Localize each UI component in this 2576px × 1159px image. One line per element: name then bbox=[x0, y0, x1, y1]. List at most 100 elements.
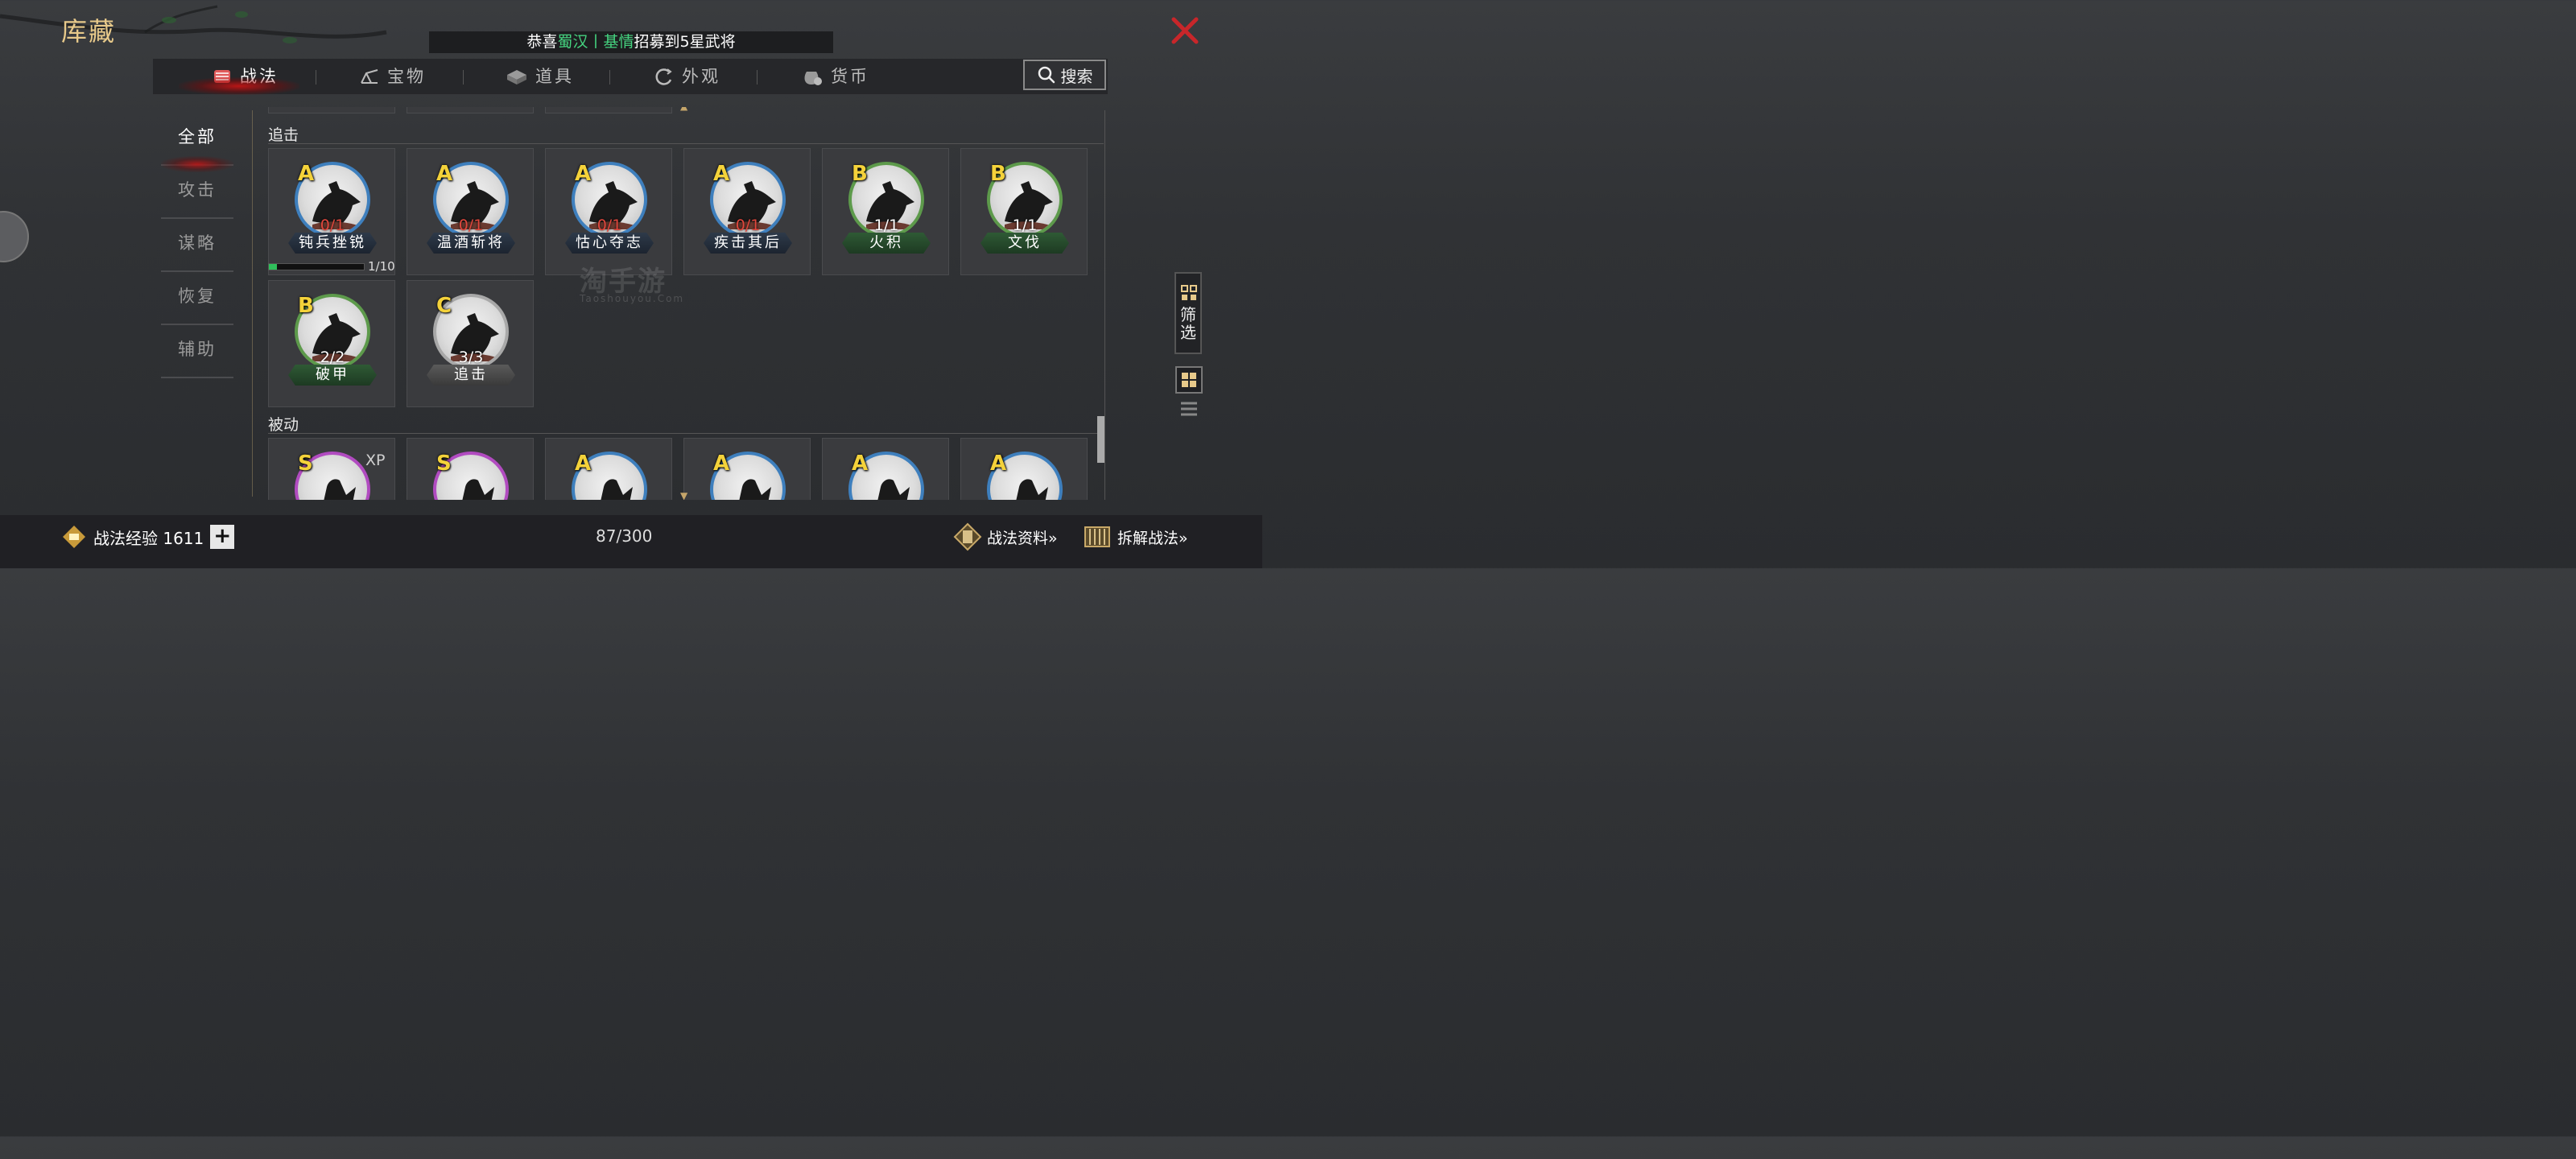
copy-count: 1/1 bbox=[873, 217, 899, 234]
announcement-prefix: 恭喜 bbox=[526, 33, 558, 51]
exp-fist-icon bbox=[63, 526, 85, 548]
announcement-name: 基情 bbox=[603, 33, 634, 51]
search-icon bbox=[1038, 66, 1055, 84]
strategy-card[interactable]: A 0/1 怙心夺志 bbox=[545, 148, 672, 275]
announcement-sep: 丨 bbox=[588, 33, 604, 51]
dismantle-link[interactable]: 拆解战法» bbox=[1082, 523, 1188, 551]
grid-view-button[interactable] bbox=[1175, 366, 1203, 394]
strategy-card[interactable]: B 1/1 火积 bbox=[822, 148, 949, 275]
tab-label: 宝物 bbox=[387, 67, 426, 86]
grade-badge: S bbox=[298, 452, 313, 476]
strategy-card[interactable]: B 1/1 文伐 bbox=[960, 148, 1088, 275]
filter-button[interactable]: 筛选 bbox=[1174, 272, 1202, 354]
strategy-info-link[interactable]: 战法资料» bbox=[953, 522, 1058, 551]
watermark-sub: Taoshouyou.Com bbox=[580, 293, 685, 304]
announcement-suffix: 招募到5星武将 bbox=[634, 33, 736, 51]
grade-badge: S bbox=[436, 452, 452, 476]
menu-divider bbox=[252, 110, 253, 497]
announcement-bar: 恭喜蜀汉丨基情招募到5星武将 bbox=[429, 31, 833, 53]
scrollbar-thumb[interactable] bbox=[1097, 416, 1104, 463]
grade-badge: A bbox=[990, 452, 1007, 476]
list-view-icon[interactable] bbox=[1180, 400, 1198, 418]
tab-items[interactable]: 道具 bbox=[505, 59, 574, 94]
page-title: 库藏 bbox=[61, 16, 117, 47]
partial-card bbox=[407, 107, 534, 113]
grade-badge: A bbox=[575, 452, 592, 476]
treasure-icon bbox=[361, 69, 378, 84]
strategy-card[interactable]: S bbox=[407, 438, 534, 500]
grade-badge: B bbox=[852, 162, 868, 186]
appearance-icon bbox=[655, 68, 672, 85]
xp-label: XP bbox=[365, 452, 386, 469]
strategy-card[interactable]: A 0/1 疾击其后 bbox=[683, 148, 811, 275]
strategy-name: 钝兵挫锐 bbox=[288, 233, 377, 254]
item-box-icon bbox=[507, 70, 526, 85]
menu-item-strategy[interactable]: 谋略 bbox=[161, 219, 233, 272]
menu-item-recovery[interactable]: 恢复 bbox=[161, 272, 233, 325]
strategy-card[interactable]: A 0/1 钝兵挫锐 bbox=[268, 148, 395, 275]
copy-count: 0/1 bbox=[458, 217, 484, 234]
strategy-card[interactable]: A bbox=[960, 438, 1088, 500]
strategy-card[interactable]: A 0/1 温酒斩将 bbox=[407, 148, 534, 275]
strategy-name: 怙心夺志 bbox=[565, 233, 654, 254]
strategy-name: 温酒斩将 bbox=[427, 233, 515, 254]
strategy-name: 追击 bbox=[427, 365, 515, 386]
strategy-name: 破甲 bbox=[288, 365, 377, 386]
copy-count: 0/1 bbox=[320, 217, 345, 234]
strategy-card[interactable]: A bbox=[683, 438, 811, 500]
grade-badge: A bbox=[852, 452, 869, 476]
search-button[interactable]: 搜索 bbox=[1023, 60, 1106, 90]
tab-label: 货币 bbox=[831, 67, 869, 86]
exp-label: 战法经验 1611 bbox=[93, 528, 204, 548]
tab-appearance[interactable]: 外观 bbox=[653, 59, 720, 94]
book-icon bbox=[953, 522, 982, 551]
filter-label: 筛选 bbox=[1180, 305, 1196, 342]
strategy-info-label: 战法资料» bbox=[987, 529, 1058, 547]
menu-item-all[interactable]: 全部 bbox=[161, 113, 233, 172]
menu-item-attack[interactable]: 攻击 bbox=[161, 166, 233, 219]
copy-count: 2/2 bbox=[320, 349, 345, 366]
strategy-xp-text: 1/10 bbox=[368, 259, 395, 274]
warrior-silhouette-icon bbox=[324, 479, 356, 500]
scroll-down-arrow[interactable]: ▼ bbox=[680, 490, 687, 500]
grade-badge: A bbox=[298, 162, 315, 186]
grade-badge: B bbox=[298, 294, 314, 318]
currency-bag-icon bbox=[804, 72, 822, 85]
copy-count: 1/1 bbox=[1012, 217, 1038, 234]
partial-card bbox=[545, 107, 672, 113]
copy-count: 3/3 bbox=[458, 349, 484, 366]
grid-view-icon bbox=[1182, 373, 1196, 387]
add-exp-button[interactable]: + bbox=[210, 525, 235, 549]
strategy-grid: ▲ 追击 A 0/1 钝兵挫锐 1/10 A 0/1 温酒斩将 A 0/1 怙心… bbox=[268, 107, 1105, 500]
copy-count: 0/1 bbox=[735, 217, 761, 234]
section-title: 被动 bbox=[268, 416, 299, 434]
strategy-card[interactable]: A bbox=[545, 438, 672, 500]
inventory-count: 87/300 bbox=[596, 526, 653, 546]
strategy-xp-bar bbox=[268, 263, 365, 270]
active-tab-glow bbox=[179, 77, 299, 95]
scroll-track bbox=[1104, 110, 1105, 500]
dismantle-label: 拆解战法» bbox=[1117, 529, 1188, 547]
strategy-card[interactable]: C 3/3 追击 bbox=[407, 280, 534, 407]
grade-badge: A bbox=[436, 162, 453, 186]
strategy-card[interactable]: S XP bbox=[268, 438, 395, 500]
strategy-name: 火积 bbox=[842, 233, 931, 254]
left-filter-menu: 全部 攻击 谋略 恢复 辅助 bbox=[161, 113, 233, 378]
grade-badge: A bbox=[713, 452, 730, 476]
warrior-silhouette-icon bbox=[462, 479, 494, 500]
section-title: 追击 bbox=[268, 126, 299, 144]
side-avatar-badge[interactable] bbox=[0, 211, 29, 262]
strategy-name: 疾击其后 bbox=[704, 233, 792, 254]
tab-treasure[interactable]: 宝物 bbox=[358, 59, 426, 94]
strategy-card[interactable]: A bbox=[822, 438, 949, 500]
tab-currency[interactable]: 货币 bbox=[800, 59, 869, 94]
grade-badge: A bbox=[713, 162, 730, 186]
menu-item-support[interactable]: 辅助 bbox=[161, 325, 233, 378]
strategy-card[interactable]: B 2/2 破甲 bbox=[268, 280, 395, 407]
tab-label: 外观 bbox=[682, 67, 720, 86]
strategy-exp: 战法经验 1611 + bbox=[61, 523, 235, 551]
scroll-up-arrow[interactable]: ▲ bbox=[680, 107, 687, 112]
copy-count: 0/1 bbox=[597, 217, 622, 234]
tab-label: 道具 bbox=[535, 67, 574, 86]
close-icon[interactable] bbox=[1169, 14, 1201, 47]
